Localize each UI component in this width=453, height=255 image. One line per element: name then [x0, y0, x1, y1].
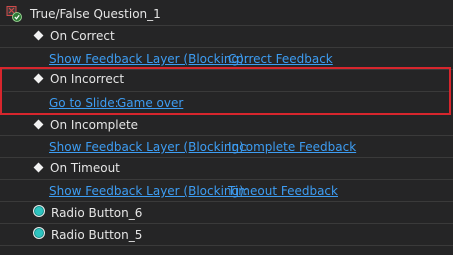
trigger-title: True/False Question_1: [30, 7, 161, 21]
action-row: Go to Slide: Game over: [0, 91, 453, 113]
divider: [0, 245, 453, 246]
trigger-header[interactable]: True/False Question_1: [0, 3, 453, 25]
event-label: On Incomplete: [50, 118, 139, 132]
target-link[interactable]: Incomplete Feedback: [228, 140, 356, 154]
action-link[interactable]: Show Feedback Layer (Blocking):: [49, 184, 248, 198]
event-diamond-icon: [33, 73, 44, 84]
object-label: Radio Button_6: [51, 206, 143, 220]
action-link[interactable]: Go to Slide:: [49, 96, 119, 110]
action-link[interactable]: Show Feedback Layer (Blocking):: [49, 140, 248, 154]
action-link[interactable]: Show Feedback Layer (Blocking):: [49, 52, 248, 66]
event-label: On Incorrect: [50, 72, 125, 86]
object-radio-button-5[interactable]: Radio Button_5: [0, 223, 453, 245]
event-on-correct[interactable]: On Correct: [0, 25, 453, 47]
event-diamond-icon: [33, 30, 44, 41]
event-diamond-icon: [33, 162, 44, 173]
event-label: On Timeout: [50, 161, 120, 175]
radio-button-icon: [33, 205, 45, 217]
question-slide-icon: [6, 6, 22, 22]
event-on-incomplete[interactable]: On Incomplete: [0, 113, 453, 135]
target-link[interactable]: Timeout Feedback: [228, 184, 338, 198]
event-label: On Correct: [50, 29, 115, 43]
radio-button-icon: [33, 227, 45, 239]
object-radio-button-6[interactable]: Radio Button_6: [0, 201, 453, 223]
event-on-incorrect[interactable]: On Incorrect: [0, 69, 453, 91]
action-row: Show Feedback Layer (Blocking): Correct …: [0, 47, 453, 69]
target-link[interactable]: Game over: [117, 96, 183, 110]
event-diamond-icon: [33, 119, 44, 130]
object-label: Radio Button_5: [51, 228, 143, 242]
event-on-timeout[interactable]: On Timeout: [0, 157, 453, 179]
action-row: Show Feedback Layer (Blocking): Incomple…: [0, 135, 453, 157]
action-row: Show Feedback Layer (Blocking): Timeout …: [0, 179, 453, 201]
target-link[interactable]: Correct Feedback: [228, 52, 333, 66]
